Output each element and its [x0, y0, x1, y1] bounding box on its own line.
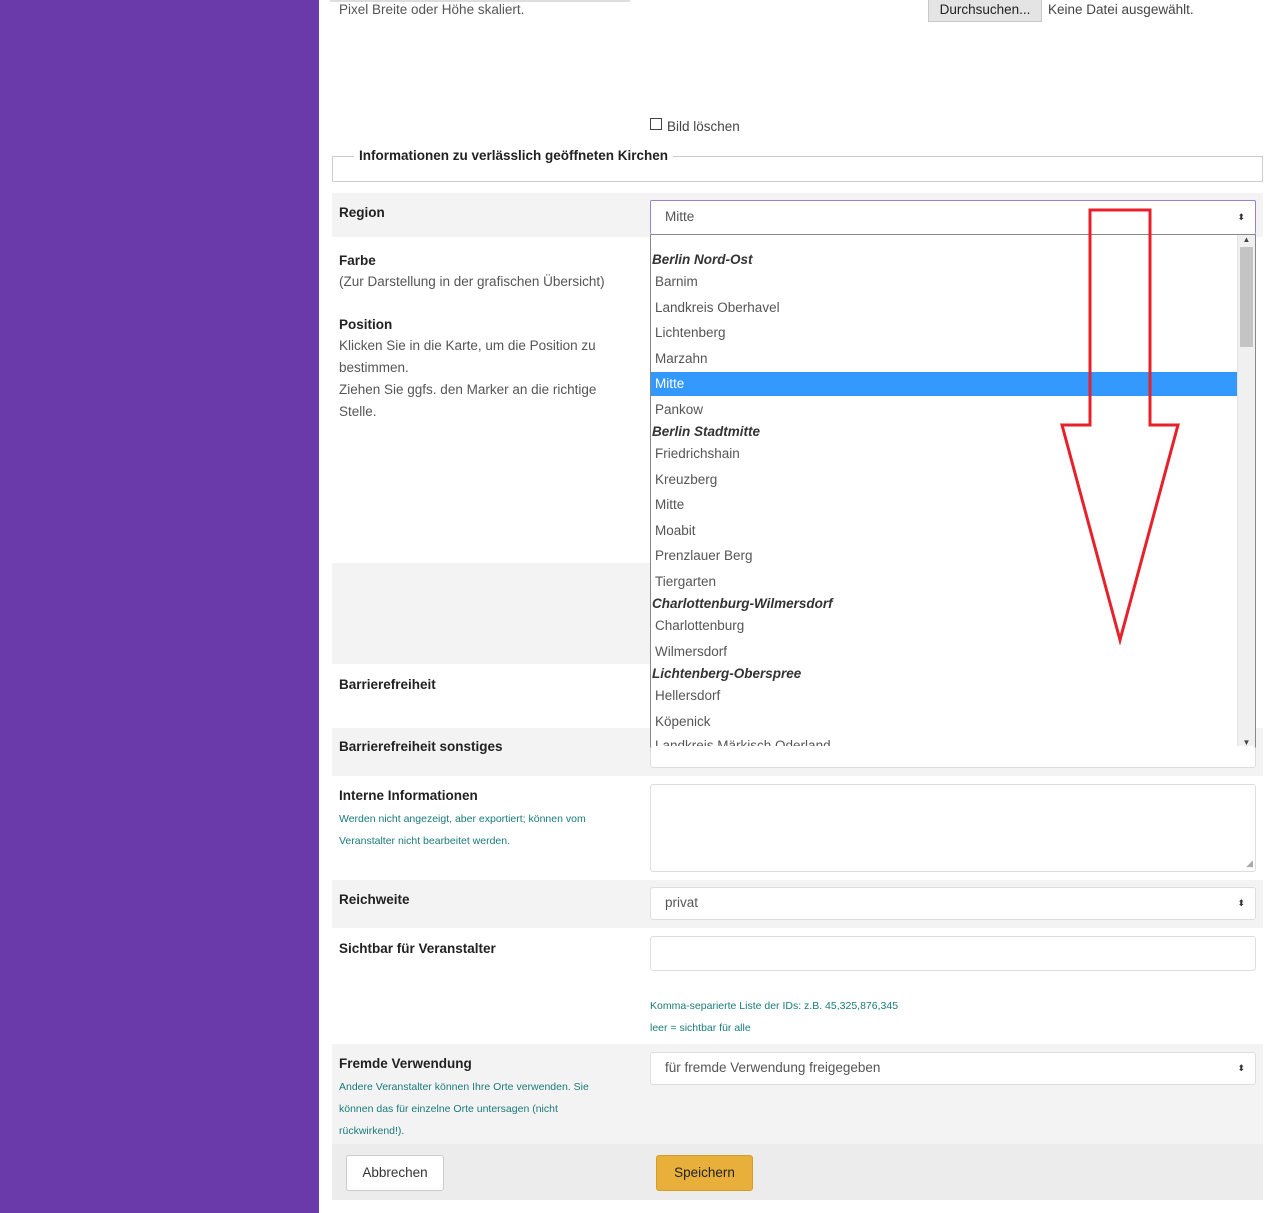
fremde-hint-1: Andere Veranstalter können Ihre Orte ver…	[339, 1081, 589, 1093]
barrierefreiheit-label: Barrierefreiheit	[339, 677, 436, 692]
reichweite-selected-value: privat	[665, 895, 699, 910]
interne-hint-1: Werden nicht angezeigt, aber exportiert;…	[339, 813, 586, 825]
row-buttons	[332, 1144, 1263, 1200]
reichweite-label: Reichweite	[339, 892, 410, 907]
option-item[interactable]: Wilmersdorf	[655, 644, 727, 659]
option-item[interactable]: Moabit	[655, 523, 696, 538]
fremde-selected-value: für fremde Verwendung freigegeben	[665, 1060, 881, 1075]
position-desc-1: Klicken Sie in die Karte, um die Positio…	[339, 338, 596, 353]
resize-grip-icon[interactable]: ◢	[1246, 858, 1253, 869]
option-item[interactable]: Hellersdorf	[655, 688, 720, 703]
select-arrows-icon: ⬍	[1237, 898, 1245, 908]
delete-image-checkbox[interactable]	[650, 118, 662, 130]
option-item[interactable]: Marzahn	[655, 351, 708, 366]
barrierefreiheit-sonstiges-label: Barrierefreiheit sonstiges	[339, 739, 503, 754]
option-item[interactable]: Mitte	[655, 497, 684, 512]
farbe-label: Farbe	[339, 253, 376, 268]
option-item[interactable]: Tiergarten	[655, 574, 716, 589]
sichtbar-hint-2: leer = sichtbar für alle	[650, 1022, 751, 1034]
upload-note: Pixel Breite oder Höhe skaliert.	[339, 2, 525, 17]
interne-hint-2: Veranstalter nicht bearbeitet werden.	[339, 835, 511, 847]
region-selected-value: Mitte	[665, 209, 695, 224]
option-item[interactable]: Kreuzberg	[655, 472, 717, 487]
scroll-up-icon[interactable]: ▲	[1238, 235, 1255, 244]
reichweite-select[interactable]: privat ⬍	[650, 887, 1256, 920]
save-button[interactable]: Speichern	[656, 1155, 753, 1191]
row-map-placeholder	[332, 563, 650, 664]
position-desc-4: Stelle.	[339, 404, 377, 419]
interne-label: Interne Informationen	[339, 788, 478, 803]
fremde-hint-3: rückwirkend!).	[339, 1125, 405, 1137]
cancel-button[interactable]: Abbrechen	[346, 1155, 444, 1191]
option-item[interactable]: Prenzlauer Berg	[655, 548, 753, 563]
browse-button[interactable]: Durchsuchen...	[928, 0, 1042, 22]
scroll-thumb[interactable]	[1240, 247, 1253, 347]
section-legend: Informationen zu verlässlich geöffneten …	[354, 148, 674, 163]
interne-textarea[interactable]: ◢	[650, 784, 1256, 872]
position-desc-3: Ziehen Sie ggfs. den Marker an die richt…	[339, 382, 597, 397]
delete-image-label: Bild löschen	[667, 119, 740, 134]
sichtbar-input[interactable]	[650, 936, 1256, 971]
position-label: Position	[339, 317, 393, 332]
sichtbar-label: Sichtbar für Veranstalter	[339, 941, 496, 956]
option-group: Charlottenburg-Wilmersdorf	[652, 596, 833, 611]
fremde-hint-2: können das für einzelne Orte untersagen …	[339, 1103, 558, 1115]
option-item[interactable]: Charlottenburg	[655, 618, 744, 633]
option-group: Berlin Nord-Ost	[652, 252, 753, 267]
scrollbar[interactable]: ▲ ▼	[1237, 235, 1255, 747]
option-group: Lichtenberg-Oberspree	[652, 666, 802, 681]
farbe-desc: (Zur Darstellung in der grafischen Übers…	[339, 274, 605, 289]
option-selected-label: Mitte	[655, 376, 685, 391]
sidebar	[0, 0, 319, 1213]
option-item[interactable]: Köpenick	[655, 714, 711, 729]
sichtbar-hint-1: Komma-separierte Liste der IDs: z.B. 45,…	[650, 1000, 899, 1012]
annotation-arrow-icon	[1060, 208, 1180, 646]
option-group: Berlin Stadtmitte	[652, 424, 761, 439]
position-desc-2: bestimmen.	[339, 360, 409, 375]
option-item[interactable]: Friedrichshain	[655, 446, 740, 461]
file-status: Keine Datei ausgewählt.	[1048, 2, 1194, 17]
barrierefreiheit-sonstiges-input[interactable]	[650, 746, 1256, 768]
option-item[interactable]: Lichtenberg	[655, 325, 726, 340]
select-arrows-icon: ⬍	[1237, 1063, 1245, 1073]
option-item[interactable]: Landkreis Oberhavel	[655, 300, 780, 315]
option-item[interactable]: Barnim	[655, 274, 698, 289]
region-label: Region	[339, 205, 385, 220]
select-arrows-icon: ⬍	[1237, 212, 1245, 222]
option-item[interactable]: Pankow	[655, 402, 703, 417]
fremde-select[interactable]: für fremde Verwendung freigegeben ⬍	[650, 1052, 1256, 1085]
fremde-label: Fremde Verwendung	[339, 1056, 472, 1071]
